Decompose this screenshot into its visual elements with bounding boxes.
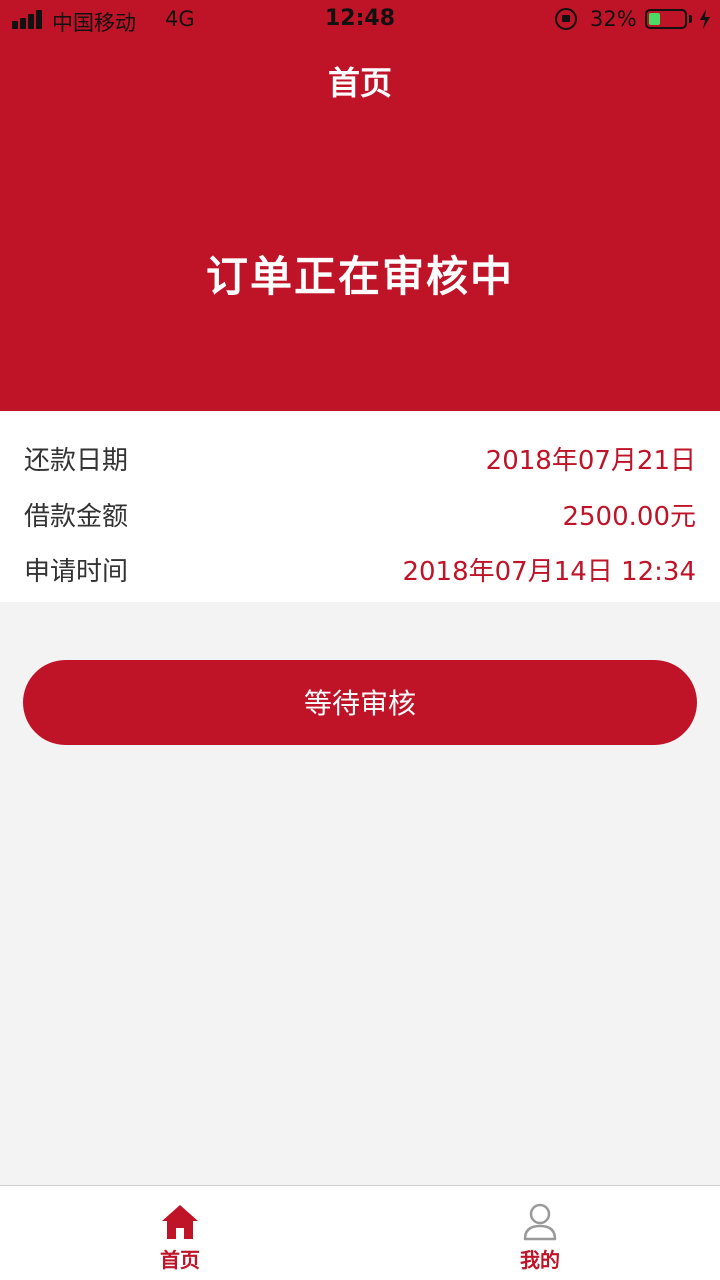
loan-amount-row: 借款金额 2500.00元 — [24, 497, 696, 537]
loan-amount-value: 2500.00元 — [562, 502, 696, 532]
rotation-lock-icon — [555, 8, 577, 30]
tab-mine-label: 我的 — [520, 1248, 560, 1272]
awaiting-review-button[interactable]: 等待审核 — [23, 660, 697, 745]
header-banner: 中国移动 4G 12:48 32% 首页 订单正在审核中 — [0, 0, 720, 411]
page-title: 首页 — [327, 64, 392, 102]
status-bar: 中国移动 4G 12:48 32% — [0, 0, 720, 40]
application-time-label: 申请时间 — [24, 557, 129, 587]
repayment-date-label: 还款日期 — [24, 446, 129, 476]
user-icon — [523, 1203, 557, 1241]
application-time-row: 申请时间 2018年07月14日 12:34 — [24, 552, 696, 592]
tab-home-label: 首页 — [160, 1248, 200, 1272]
battery-percent: 32% — [590, 7, 637, 31]
order-status-heading: 订单正在审核中 — [205, 252, 514, 301]
repayment-date-row: 还款日期 2018年07月21日 — [24, 441, 696, 481]
home-icon — [162, 1205, 198, 1239]
charging-bolt-icon — [700, 9, 710, 29]
battery-level — [649, 13, 660, 25]
tab-home[interactable]: 首页 — [0, 1186, 360, 1280]
application-time-value: 2018年07月14日 12:34 — [402, 557, 696, 587]
tab-bar: 首页 我的 — [0, 1185, 720, 1280]
repayment-date-value: 2018年07月21日 — [485, 446, 696, 476]
order-details-card: 还款日期 2018年07月21日 借款金额 2500.00元 申请时间 2018… — [0, 411, 720, 602]
loan-amount-label: 借款金额 — [24, 502, 129, 532]
tab-mine[interactable]: 我的 — [360, 1186, 720, 1280]
battery-tip — [689, 15, 692, 23]
battery-icon — [645, 9, 687, 29]
